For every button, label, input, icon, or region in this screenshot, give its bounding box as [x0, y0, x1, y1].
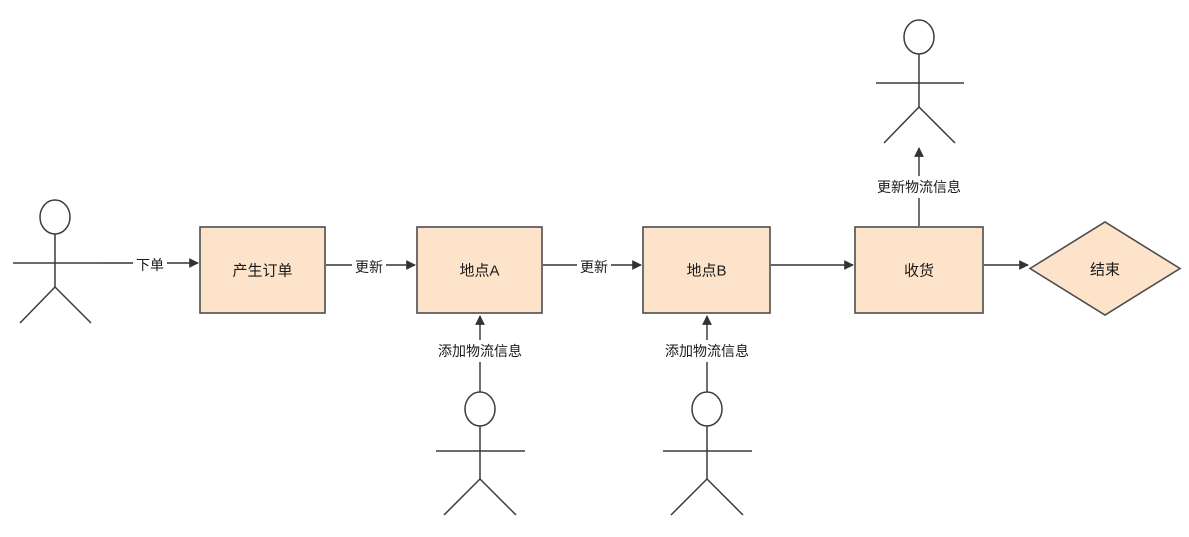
- actor-courier-a-leg-right: [479, 478, 517, 516]
- node-receive-goods-label: 收货: [904, 263, 934, 280]
- node-location-a-label: 地点A: [459, 263, 499, 280]
- edge-label-add-logistics-b: 添加物流信息: [665, 343, 749, 359]
- node-create-order[interactable]: 产生订单: [199, 226, 326, 314]
- edge-label-update-b: 更新: [580, 259, 608, 275]
- edge-update-logistics[interactable]: 更新物流信息: [877, 147, 961, 226]
- actor-customer-head: [39, 199, 71, 235]
- edge-update-a[interactable]: 更新: [326, 259, 416, 275]
- flowchart-canvas: 下单 更新 更新 添加物流信息 添加物流信息 更新物流信息 产生订单 地点A 地…: [0, 0, 1189, 537]
- actor-recipient-leg-left: [883, 106, 920, 144]
- actor-courier-b-leg-right: [706, 478, 744, 516]
- edge-label-update-a: 更新: [355, 259, 383, 275]
- flowchart-svg: 下单 更新 更新 添加物流信息 添加物流信息 更新物流信息 产生订单 地点A 地…: [13, 19, 1182, 516]
- node-location-b[interactable]: 地点B: [642, 226, 771, 314]
- edge-place-order[interactable]: 下单: [103, 257, 199, 273]
- actor-courier-a-head: [464, 391, 496, 427]
- edge-label-place-order: 下单: [136, 257, 164, 273]
- edge-add-logistics-b[interactable]: 添加物流信息: [665, 315, 749, 392]
- edge-update-b[interactable]: 更新: [543, 259, 642, 275]
- node-location-b-label: 地点B: [686, 263, 726, 280]
- actor-recipient[interactable]: [876, 19, 964, 144]
- actor-courier-a[interactable]: [436, 391, 525, 516]
- actor-customer-leg-right: [54, 286, 92, 324]
- node-receive-goods[interactable]: 收货: [854, 226, 984, 314]
- actor-recipient-leg-right: [918, 106, 956, 144]
- node-end-label: 结束: [1090, 262, 1120, 279]
- actor-customer-leg-left: [19, 286, 56, 324]
- node-create-order-label: 产生订单: [232, 263, 292, 280]
- actor-customer[interactable]: [13, 199, 103, 324]
- actor-courier-b-leg-left: [670, 478, 708, 516]
- edge-label-add-logistics-a: 添加物流信息: [438, 343, 522, 359]
- actor-recipient-head: [903, 19, 935, 55]
- actor-courier-b[interactable]: [663, 391, 752, 516]
- edge-label-update-logistics: 更新物流信息: [877, 179, 961, 195]
- node-end[interactable]: 结束: [1028, 221, 1182, 316]
- node-location-a[interactable]: 地点A: [416, 226, 543, 314]
- actor-courier-b-head: [691, 391, 723, 427]
- edge-add-logistics-a[interactable]: 添加物流信息: [438, 315, 522, 392]
- actor-courier-a-leg-left: [443, 478, 481, 516]
